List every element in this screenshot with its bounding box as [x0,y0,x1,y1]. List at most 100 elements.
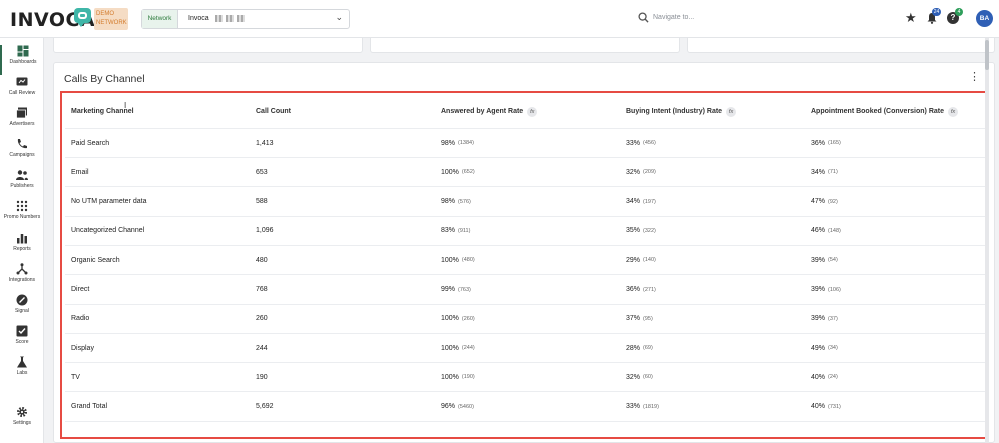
cell-count-detail: (165) [828,140,841,146]
cell-value: Organic Search [71,256,120,264]
chevron-down-icon[interactable]: ⌄ [335,12,343,23]
cell-value: Email [71,168,89,176]
scrollbar-thumb[interactable] [985,40,989,70]
top-bar: INVOCA DEMO NETWORK Network Invoca ⌄ Nav… [0,0,999,38]
more-options-icon[interactable]: ⋮ [969,72,980,83]
cell-value: No UTM parameter data [71,198,147,206]
sidebar-item-advertisers[interactable]: Advertisers [0,107,44,137]
cell-buying-intent-rate: 32% (209) [626,158,656,186]
cell-count-detail: (260) [461,315,475,322]
sidebar-item-label: Settings [12,420,32,426]
sidebar-item-score[interactable]: Score [0,325,44,355]
cell-value: 49% [811,344,826,352]
sidebar-nav: Dashboards Call Review Advertisers Campa… [0,38,44,443]
column-header-marketing-channel[interactable]: Marketing Channel [71,95,134,128]
cell-marketing-channel: Organic Search [71,246,120,274]
cell-value: 96% [441,403,456,411]
cell-buying-intent-rate: 35% (322) [626,217,656,245]
column-header-appointment-booked-rate[interactable]: Appointment Booked (Conversion) Rate fx [811,95,959,128]
cell-marketing-channel: Display [71,334,94,362]
cell-appointment-booked-rate: 34% (71) [811,158,838,186]
column-header-buying-intent-rate[interactable]: Buying Intent (Industry) Rate fx [626,95,737,128]
notification-badge: 24 [932,8,941,16]
cell-value: 100% [441,315,459,323]
cell-appointment-booked-rate: 47% (92) [811,188,838,216]
page-scrollbar[interactable] [985,38,989,443]
sidebar-item-integrations[interactable]: Integrations [0,263,44,293]
formula-icon[interactable]: fx [948,106,959,117]
cell-value: 100% [441,373,459,381]
cell-value: 1,096 [256,227,274,235]
sidebar-item-signal[interactable]: Signal [0,294,44,324]
cell-value: 36% [626,286,641,293]
cell-value: 190 [256,373,268,381]
sidebar-item-label: Reports [13,246,31,252]
column-header-call-count[interactable]: Call Count [256,95,291,128]
cell-value: 40% [811,403,826,411]
cell-value: 98% [441,139,456,147]
cell-value: 32% [626,373,641,381]
redacted-text [226,15,234,22]
previous-card [687,38,995,53]
text-cursor-icon: I [124,101,127,110]
sidebar-item-label: Advertisers [9,121,35,127]
demo-network-badge: DEMO NETWORK [94,8,128,30]
navigate-search-input[interactable]: Navigate to... [653,14,694,21]
cell-buying-intent-rate: 36% (271) [626,276,656,304]
cell-count-detail: (271) [643,286,656,293]
star-icon[interactable]: ★ [905,11,917,24]
cell-count-detail: (106) [828,286,841,293]
column-header-label: Call Count [256,108,291,115]
sidebar-item-settings[interactable]: Settings [0,406,44,436]
sidebar-item-publishers[interactable]: Publishers [0,169,44,199]
cell-value: 47% [811,198,826,206]
badge-line-1: DEMO [96,11,114,17]
calls-by-channel-table: Marketing Channel Call Count Answered by… [65,95,985,435]
sidebar-item-label: Score [15,339,29,345]
redacted-text [215,15,223,22]
network-selector[interactable]: Network Invoca ⌄ [141,9,350,29]
cell-count-detail: (5460) [458,403,474,410]
cell-count-detail: (322) [643,227,656,234]
publishers-icon [16,170,28,180]
cell-count-detail: (197) [643,198,656,205]
cell-marketing-channel: No UTM parameter data [71,188,146,216]
gear-icon [17,407,27,417]
sidebar-item-labs[interactable]: Labs [0,356,44,386]
advertisers-icon [16,107,27,119]
search-icon[interactable] [638,12,649,23]
cell-count-detail: (763) [458,286,471,293]
grand-total-row: Grand Total 5,692 96% (5460) 33% (1819) 40% (73… [65,393,985,422]
sidebar-item-promo-numbers[interactable]: Promo Numbers [0,200,44,230]
dashboard-icon [17,45,29,57]
cell-appointment-booked-rate: 39% (37) [811,305,838,333]
formula-icon[interactable]: fx [726,106,737,117]
sidebar-item-label: Labs [16,370,28,376]
cell-count-detail: (480) [461,257,475,264]
sidebar-item-call-review[interactable]: Call Review [0,76,44,106]
cell-value: 653 [256,168,268,176]
previous-card [53,38,363,53]
cell-value: Direct [71,286,90,293]
sidebar-item-reports[interactable]: Reports [0,232,44,262]
cell-count-detail: (37) [828,315,838,322]
table-header-row: Marketing Channel Call Count Answered by… [65,95,985,129]
sidebar-item-campaigns[interactable]: Campaigns [0,138,44,168]
badge-line-2: NETWORK [96,20,127,26]
cell-count-detail: (244) [461,345,475,352]
cell-value: Paid Search [71,139,110,147]
cell-call-count: 190 [256,363,268,391]
cell-answered-rate: 100% (244) [441,334,475,362]
column-header-label: Appointment Booked (Conversion) Rate [811,108,945,115]
user-avatar[interactable]: BA [976,10,993,27]
sidebar-item-dashboards[interactable]: Dashboards [0,45,44,75]
cell-value: 480 [256,256,268,264]
column-header-label: Answered by Agent Rate [441,108,524,115]
cell-buying-intent-rate: 28% (69) [626,334,653,362]
sidebar-item-label: Integrations [8,277,36,283]
column-header-answered-rate[interactable]: Answered by Agent Rate fx [441,95,538,128]
cell-value: TV [71,373,80,381]
formula-icon[interactable]: fx [527,106,538,117]
cell-value: 36% [811,139,826,147]
labs-icon [17,356,27,368]
